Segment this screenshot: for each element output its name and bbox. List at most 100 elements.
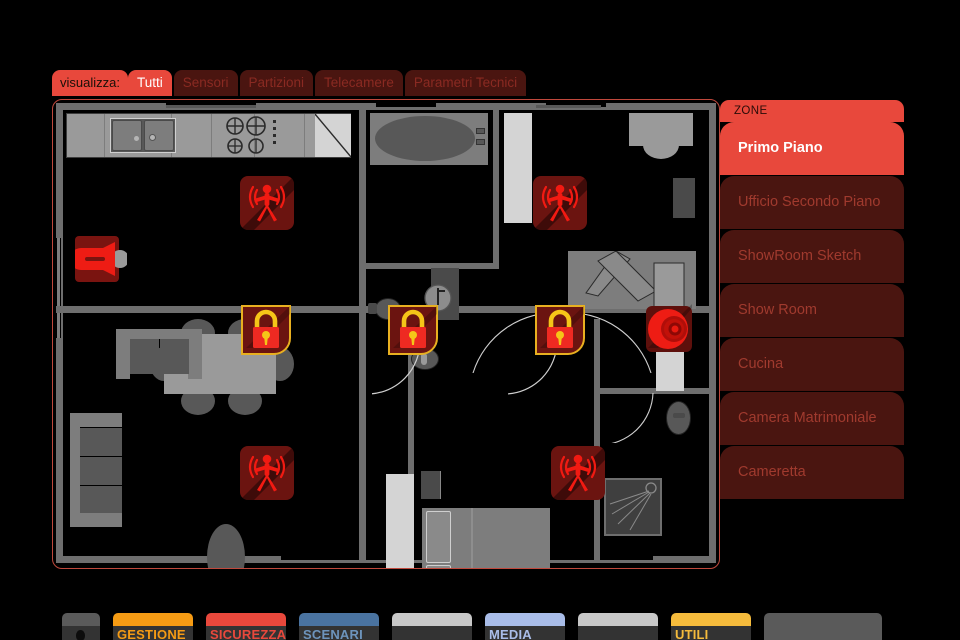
bottom-button-label: GESTIONE bbox=[117, 627, 186, 640]
wall-interior-v2 bbox=[359, 313, 366, 563]
siren-icon[interactable] bbox=[644, 304, 696, 356]
toilet-seat-3 bbox=[673, 413, 685, 418]
bottom-button-cap bbox=[392, 613, 472, 627]
bottom-button-label: MEDIA bbox=[489, 627, 532, 640]
app-root: visualizza: Tutti Sensori Partizioni Tel… bbox=[0, 0, 960, 640]
tab-telecamere[interactable]: Telecamere bbox=[315, 70, 403, 96]
kitchen-divider-3 bbox=[211, 114, 212, 157]
motion-sensor-icon[interactable] bbox=[240, 176, 294, 230]
zone-item-camera-matrimoniale[interactable]: Camera Matrimoniale bbox=[720, 392, 904, 446]
zone-item-primo-piano[interactable]: Primo Piano bbox=[720, 122, 904, 176]
sofa-cushion-1 bbox=[130, 339, 159, 374]
zone-item-ufficio-secondo-piano[interactable]: Ufficio Secondo Piano bbox=[720, 176, 904, 230]
knob-3 bbox=[273, 134, 276, 137]
corridor-closet bbox=[504, 113, 532, 223]
nightstand-top bbox=[421, 471, 441, 499]
bed-cover-icon bbox=[471, 508, 473, 568]
bathtub-tap-1 bbox=[476, 128, 485, 134]
padlock-icon[interactable] bbox=[387, 304, 439, 356]
window-top-2 bbox=[376, 103, 436, 107]
window-left-frame bbox=[57, 238, 60, 338]
sofa2-cushion-1 bbox=[80, 428, 122, 456]
motion-sensor-icon[interactable] bbox=[551, 446, 605, 500]
kitchen-divider-5 bbox=[304, 114, 305, 157]
bottom-button-home[interactable] bbox=[56, 604, 106, 640]
sofa2-cushion-3 bbox=[80, 486, 122, 513]
floorplan-canvas[interactable] bbox=[56, 103, 716, 568]
tv-unit bbox=[386, 474, 414, 568]
coffee-table-oval bbox=[207, 524, 245, 568]
shower-lines-icon bbox=[609, 482, 657, 531]
zone-item-cameretta[interactable]: Cameretta bbox=[720, 446, 904, 500]
bottom-button-blank-3[interactable] bbox=[758, 604, 888, 640]
bathtub-basin bbox=[375, 116, 475, 161]
bottom-button-cap bbox=[764, 613, 882, 627]
bottom-button-body bbox=[764, 626, 882, 640]
window-sill-2 bbox=[536, 105, 601, 108]
sink-drain-left bbox=[134, 136, 139, 141]
upper-right-arc-icon bbox=[643, 145, 679, 159]
sofa-back bbox=[116, 329, 202, 339]
toilet-tank-1 bbox=[368, 303, 377, 314]
sofa2-cushion-2 bbox=[80, 457, 122, 485]
bottom-button-label: SICUREZZA bbox=[210, 627, 287, 640]
cooktop-icon bbox=[226, 116, 266, 154]
padlock-icon[interactable] bbox=[534, 304, 586, 356]
bottom-button-label: SCENARI bbox=[303, 627, 363, 640]
sofa2-back bbox=[70, 413, 80, 527]
tab-tutti[interactable]: Tutti bbox=[127, 70, 172, 96]
knob-1 bbox=[273, 120, 276, 123]
bottom-toolbar: GESTIONE SICUREZZA SCENARI MEDIA UTILI bbox=[0, 604, 960, 640]
zone-item-show-room[interactable]: Show Room bbox=[720, 284, 904, 338]
wall-interior-v1 bbox=[359, 103, 366, 310]
upper-right-cabinet bbox=[629, 113, 693, 146]
zone-item-cucina[interactable]: Cucina bbox=[720, 338, 904, 392]
bathtub-tap-2 bbox=[476, 139, 485, 145]
bottom-button-cap bbox=[671, 613, 751, 627]
camera-icon[interactable] bbox=[75, 232, 127, 286]
bottom-button-cap bbox=[113, 613, 193, 627]
bottom-button-gestione[interactable]: GESTIONE bbox=[107, 604, 199, 640]
wall-interior-h1 bbox=[56, 306, 366, 313]
sofa-cushion-2 bbox=[160, 339, 189, 374]
upper-right-furniture-icon bbox=[585, 251, 685, 309]
knob-2 bbox=[273, 127, 276, 130]
door-arc-smallbath-icon bbox=[611, 393, 654, 443]
tab-parametri-tecnici[interactable]: Parametri Tecnici bbox=[404, 70, 527, 96]
window-sill-1 bbox=[166, 105, 256, 108]
bottom-button-cap bbox=[299, 613, 379, 627]
zone-item-showroom-sketch[interactable]: ShowRoom Sketch bbox=[720, 230, 904, 284]
motion-sensor-icon[interactable] bbox=[533, 176, 587, 230]
bottom-button-cap bbox=[62, 613, 100, 627]
bottom-button-label: UTILI bbox=[675, 627, 709, 640]
knob-4 bbox=[273, 141, 276, 144]
bottom-button-cap bbox=[485, 613, 565, 627]
kitchen-divider-1 bbox=[104, 114, 105, 157]
visualizza-label: visualizza: bbox=[52, 70, 128, 96]
cabinet-diagonal-icon bbox=[315, 114, 351, 157]
view-filter-tabbar: visualizza: Tutti Sensori Partizioni Tel… bbox=[52, 68, 528, 96]
bottom-button-utili[interactable]: UTILI bbox=[665, 604, 757, 640]
sink-drain-right bbox=[149, 134, 156, 141]
tab-sensori[interactable]: Sensori bbox=[173, 70, 238, 96]
tab-partizioni[interactable]: Partizioni bbox=[239, 70, 314, 96]
toilet-bowl-3 bbox=[666, 401, 691, 435]
kitchen-counter-outline bbox=[66, 113, 351, 158]
mouse-icon bbox=[76, 630, 85, 640]
wall-bathroom-v bbox=[493, 103, 499, 268]
upper-right-unit bbox=[673, 178, 695, 218]
bottom-button-media[interactable]: MEDIA bbox=[479, 604, 571, 640]
bottom-button-cap bbox=[578, 613, 658, 627]
bottom-button-blank-1[interactable] bbox=[386, 604, 478, 640]
padlock-icon[interactable] bbox=[240, 304, 292, 356]
zones-panel: ZONE Primo Piano Ufficio Secondo Piano S… bbox=[720, 100, 904, 500]
bottom-button-cap bbox=[206, 613, 286, 627]
bottom-button-sicurezza[interactable]: SICUREZZA bbox=[200, 604, 292, 640]
bottom-button-blank-2[interactable] bbox=[572, 604, 664, 640]
floorplan-frame[interactable] bbox=[52, 99, 720, 569]
wall-right bbox=[709, 103, 716, 563]
bottom-button-scenari[interactable]: SCENARI bbox=[293, 604, 385, 640]
motion-sensor-icon[interactable] bbox=[240, 446, 294, 500]
bottom-button-body bbox=[392, 626, 472, 640]
bottom-button-body bbox=[578, 626, 658, 640]
